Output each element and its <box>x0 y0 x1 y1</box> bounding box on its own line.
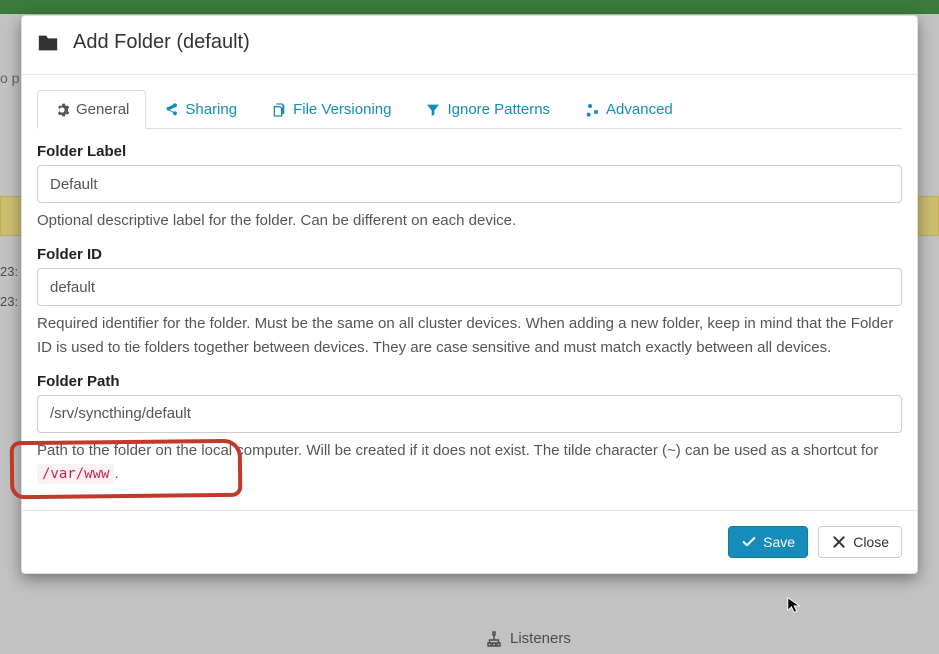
folder-path-help-pre: Path to the folder on the local computer… <box>37 442 878 459</box>
close-button[interactable]: Close <box>818 526 902 558</box>
save-button-label: Save <box>763 534 795 550</box>
modal-footer: Save Close <box>22 510 917 573</box>
check-icon <box>741 534 757 550</box>
modal-body: General Sharing File Versioning Ignore P… <box>22 75 917 510</box>
filter-icon <box>425 102 441 118</box>
folder-id-group: Folder ID Required identifier for the fo… <box>37 246 902 359</box>
tab-bar: General Sharing File Versioning Ignore P… <box>37 90 902 129</box>
tab-ignore-patterns[interactable]: Ignore Patterns <box>408 90 567 129</box>
modal-title: Add Folder (default) <box>73 31 250 54</box>
folder-icon <box>37 32 59 54</box>
save-button[interactable]: Save <box>728 526 808 558</box>
tab-sharing[interactable]: Sharing <box>146 90 254 129</box>
folder-path-label: Folder Path <box>37 373 902 390</box>
folder-label-input[interactable] <box>37 165 902 203</box>
tab-advanced-label: Advanced <box>606 101 673 118</box>
close-icon <box>831 534 847 550</box>
tab-file-versioning-label: File Versioning <box>293 101 391 118</box>
tab-sharing-label: Sharing <box>185 101 237 118</box>
tab-ignore-patterns-label: Ignore Patterns <box>447 101 550 118</box>
folder-path-input[interactable] <box>37 395 902 433</box>
folder-path-help-post: . <box>114 465 118 482</box>
folder-label-label: Folder Label <box>37 143 902 160</box>
cogs-icon <box>584 102 600 118</box>
add-folder-modal: Add Folder (default) General Sharing Fil… <box>21 15 918 574</box>
folder-path-group: Folder Path Path to the folder on the lo… <box>37 373 902 486</box>
folder-path-help-code: /var/www <box>37 464 114 484</box>
folder-label-help: Optional descriptive label for the folde… <box>37 209 902 232</box>
folder-id-help: Required identifier for the folder. Must… <box>37 312 902 359</box>
tab-general[interactable]: General <box>37 90 146 129</box>
folder-id-input[interactable] <box>37 268 902 306</box>
folder-id-label: Folder ID <box>37 246 902 263</box>
folder-label-group: Folder Label Optional descriptive label … <box>37 143 902 232</box>
folder-path-help: Path to the folder on the local computer… <box>37 439 902 486</box>
tab-advanced[interactable]: Advanced <box>567 90 690 129</box>
copy-icon <box>271 102 287 118</box>
tab-general-label: General <box>76 101 129 118</box>
tab-file-versioning[interactable]: File Versioning <box>254 90 408 129</box>
share-icon <box>163 102 179 118</box>
modal-header: Add Folder (default) <box>22 16 917 75</box>
gear-icon <box>54 102 70 118</box>
close-button-label: Close <box>853 534 889 550</box>
